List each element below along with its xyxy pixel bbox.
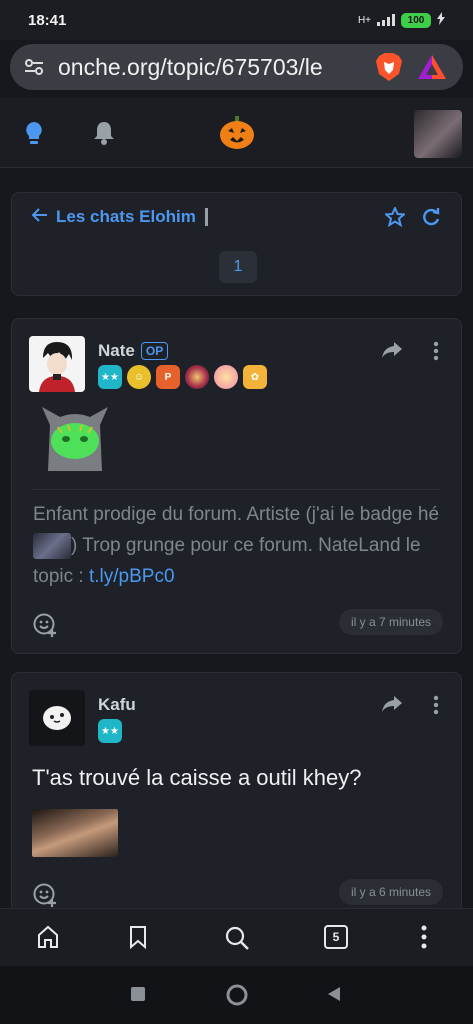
home-circle-icon[interactable] bbox=[226, 984, 248, 1011]
level-badge[interactable]: ★★ bbox=[98, 365, 122, 389]
brave-rewards-icon[interactable] bbox=[417, 54, 447, 80]
topic-title: Les chats Elohim bbox=[56, 207, 196, 226]
page-1-button[interactable]: 1 bbox=[219, 251, 257, 283]
post-image[interactable] bbox=[32, 809, 118, 857]
gold-face-badge[interactable]: ☺ bbox=[127, 365, 151, 389]
network-type: H+ bbox=[357, 14, 371, 26]
mandala-badge[interactable] bbox=[185, 365, 209, 389]
signal-icon bbox=[377, 14, 395, 26]
post-card: Kafu ★★ T'as trouvé la caisse a outil kh… bbox=[11, 672, 462, 922]
signature-inline-image bbox=[33, 532, 71, 559]
more-options-icon[interactable] bbox=[433, 695, 439, 720]
url-text[interactable]: onche.org/topic/675703/le bbox=[58, 54, 358, 81]
brave-shields-icon[interactable] bbox=[375, 52, 403, 82]
refresh-icon[interactable] bbox=[421, 207, 441, 232]
author-name[interactable]: Nate bbox=[98, 341, 135, 361]
share-arrow-icon[interactable] bbox=[381, 695, 403, 718]
badge-list: ★★ ☺ P ✿ bbox=[98, 365, 267, 389]
status-bar: 18:41 H+ 100 bbox=[0, 0, 473, 40]
author-name[interactable]: Kafu bbox=[98, 695, 136, 715]
post-card: Nate OP ★★ ☺ P ✿ Enfant prodige du forum… bbox=[11, 318, 462, 654]
browser-bottom-toolbar: 5 bbox=[0, 908, 473, 966]
author-avatar[interactable] bbox=[29, 336, 85, 392]
topic-header-card: Les chats Elohim 1 bbox=[11, 192, 462, 296]
home-icon[interactable] bbox=[36, 925, 60, 954]
back-triangle-icon[interactable] bbox=[326, 986, 342, 1007]
post-message: T'as trouvé la caisse a outil khey? bbox=[32, 765, 362, 790]
lightbulb-icon[interactable] bbox=[22, 120, 46, 151]
share-arrow-icon[interactable] bbox=[381, 341, 403, 364]
battery-icon: 100 bbox=[401, 12, 431, 28]
menu-dots-icon[interactable] bbox=[421, 925, 427, 954]
anime-badge[interactable] bbox=[214, 365, 238, 389]
signature-part: Enfant prodige du forum. Artiste (j'ai l… bbox=[33, 504, 440, 525]
signature-text: Enfant prodige du forum. Artiste (j'ai l… bbox=[33, 499, 443, 592]
post-timestamp: il y a 7 minutes bbox=[338, 609, 443, 635]
back-to-topic-link[interactable]: Les chats Elohim bbox=[31, 207, 208, 227]
author-avatar[interactable] bbox=[29, 690, 85, 746]
user-avatar[interactable] bbox=[414, 110, 462, 158]
tabs-count-button[interactable]: 5 bbox=[324, 925, 348, 949]
author-name-row: Nate OP bbox=[98, 341, 169, 361]
op-badge: OP bbox=[140, 342, 169, 360]
arrow-left-icon bbox=[31, 207, 48, 227]
clock: 18:41 bbox=[28, 11, 67, 29]
post-timestamp: il y a 6 minutes bbox=[338, 879, 443, 905]
add-reaction-icon[interactable] bbox=[32, 611, 58, 642]
cat-sticker-image bbox=[38, 405, 112, 471]
notifications-bell-icon[interactable] bbox=[92, 120, 116, 151]
level-badge[interactable]: ★★ bbox=[98, 719, 122, 743]
p-badge[interactable]: P bbox=[156, 365, 180, 389]
site-settings-icon[interactable] bbox=[22, 55, 46, 79]
signature-link[interactable]: t.ly/pBPc0 bbox=[89, 566, 175, 587]
more-options-icon[interactable] bbox=[433, 341, 439, 366]
pumpkin-logo-icon[interactable] bbox=[219, 116, 255, 155]
site-header bbox=[0, 98, 473, 168]
status-icons: H+ 100 bbox=[358, 12, 445, 28]
recents-square-icon[interactable] bbox=[130, 986, 146, 1007]
system-navigation-bar bbox=[0, 966, 473, 1024]
favorite-star-icon[interactable] bbox=[383, 205, 407, 232]
url-bar[interactable]: onche.org/topic/675703/le bbox=[10, 44, 463, 90]
signature-divider bbox=[32, 489, 441, 490]
search-icon[interactable] bbox=[224, 925, 250, 956]
palette-badge[interactable]: ✿ bbox=[243, 365, 267, 389]
text-cursor bbox=[204, 208, 208, 226]
author-name-row: Kafu bbox=[98, 695, 136, 715]
charging-icon bbox=[437, 12, 445, 28]
bookmark-icon[interactable] bbox=[128, 925, 148, 954]
badge-list: ★★ bbox=[98, 719, 122, 743]
